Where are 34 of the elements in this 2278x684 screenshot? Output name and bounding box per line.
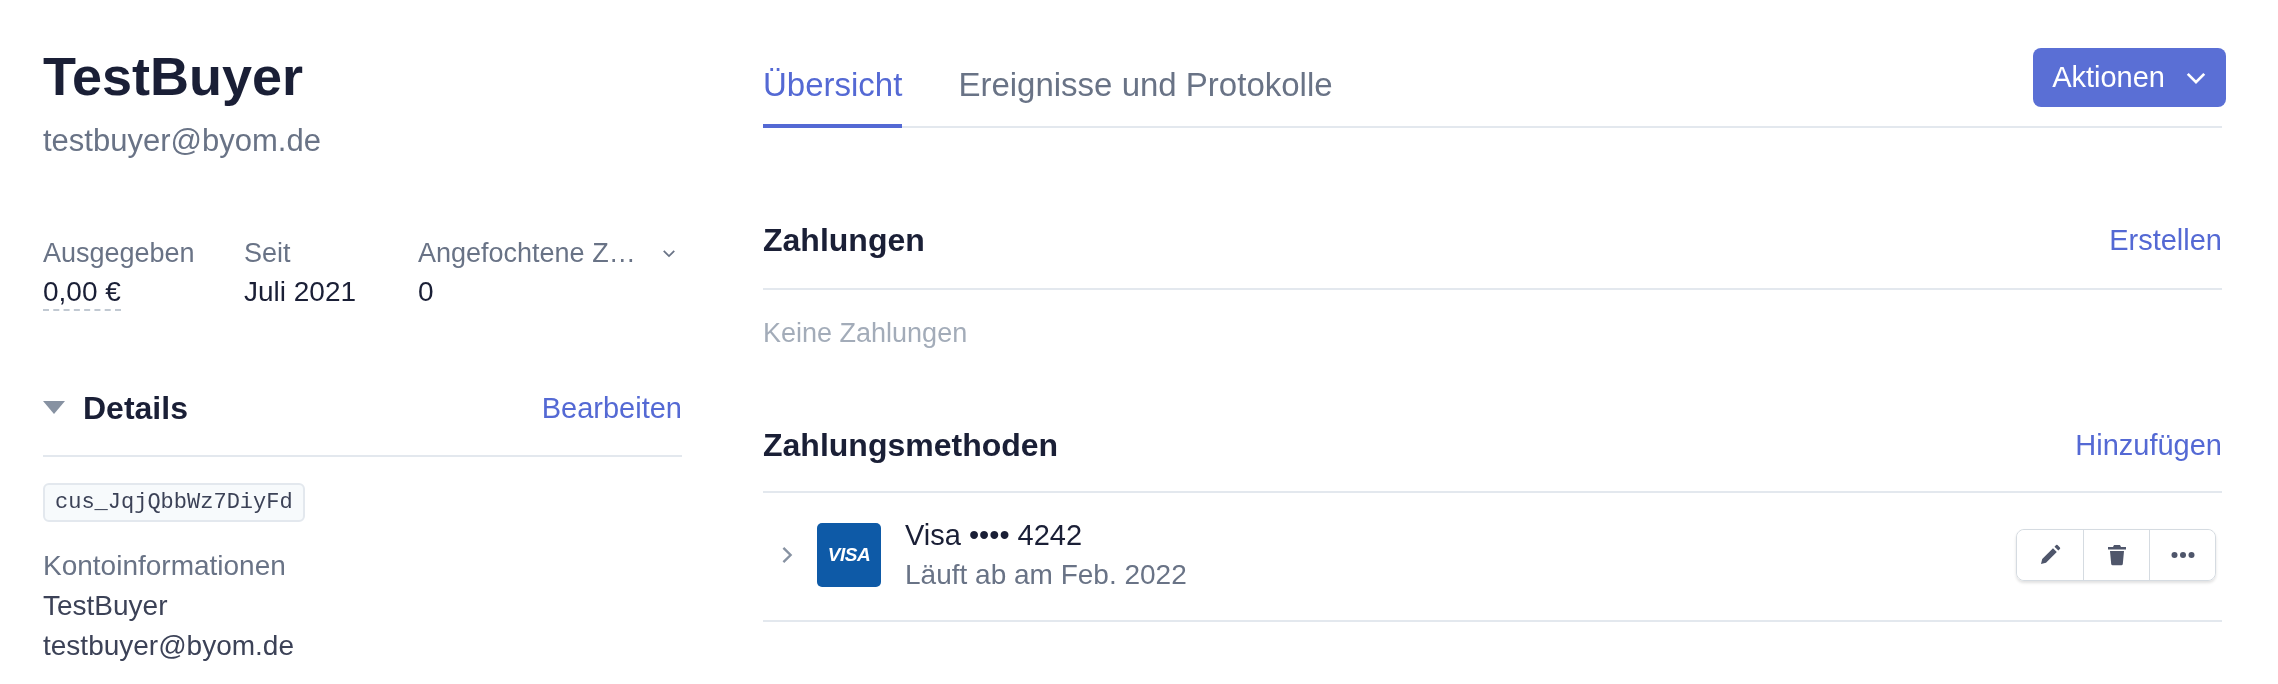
more-button[interactable]: [2149, 530, 2215, 580]
section-title: Details: [83, 389, 188, 428]
section-title: Zahlungsmethoden: [763, 426, 1059, 465]
add-link[interactable]: Hinzufügen: [2075, 428, 2222, 462]
section-title: Zahlungen: [763, 221, 925, 260]
pencil-icon: [2038, 543, 2062, 567]
stat-value: 0,00 €: [43, 275, 121, 311]
stat-label: Seit: [244, 237, 291, 269]
chevron-down-icon[interactable]: [662, 248, 676, 258]
field-value: TestBuyer: [43, 589, 169, 623]
stat-value: 0: [418, 275, 434, 309]
stat-value: Juli 2021: [244, 275, 357, 309]
card-brand-logo: VISA: [817, 523, 881, 587]
field-value: testbuyer@byom.de: [43, 629, 295, 663]
card-expiry: Läuft ab am Feb. 2022: [905, 558, 1188, 592]
edit-button[interactable]: [2017, 530, 2083, 580]
stat-label: Angefochtene Z…: [418, 237, 636, 269]
delete-button[interactable]: [2083, 530, 2149, 580]
more-icon: [2170, 551, 2195, 559]
edit-link[interactable]: Bearbeiten: [541, 391, 682, 425]
stat-label: Ausgegeben: [43, 237, 195, 269]
tab[interactable]: Ereignisse und Protokolle: [958, 48, 1333, 128]
field-label: Kontoinformationen: [43, 549, 287, 583]
expand-chevron-icon[interactable]: [781, 545, 793, 565]
create-link[interactable]: Erstellen: [2109, 223, 2222, 257]
customer-name: TestBuyer: [43, 45, 305, 108]
customer-id: cus_JqjQbbWz7DiyFd: [43, 483, 305, 522]
actions-button[interactable]: Aktionen: [2033, 48, 2226, 107]
empty-state-text: Keine Zahlungen: [763, 317, 969, 349]
tab[interactable]: Übersicht: [763, 48, 903, 128]
chevron-down-icon: [2185, 70, 2207, 85]
card-title: Visa •••• 4242: [905, 518, 1084, 553]
caret-icon[interactable]: [43, 401, 65, 415]
customer-email: testbuyer@byom.de: [43, 123, 322, 159]
